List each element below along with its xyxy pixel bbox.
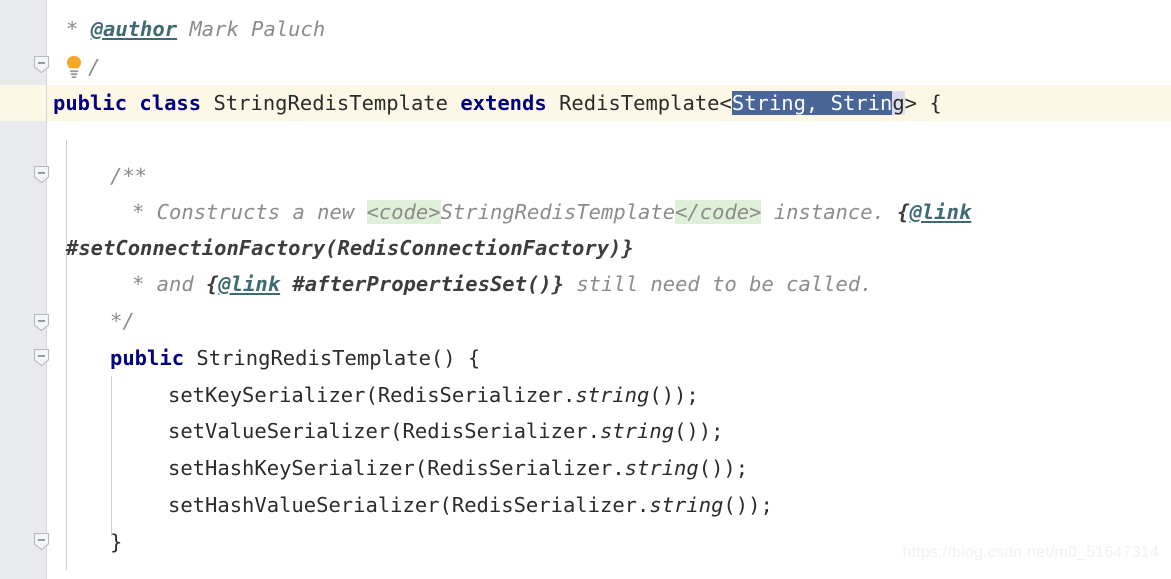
code-line-set-hash-value-serializer[interactable]: setHashValueSerializer(RedisSerializer.s… (168, 487, 773, 524)
javadoc-close: */ (110, 309, 135, 333)
code-line-author[interactable]: * @author Mark Paluch (66, 11, 325, 48)
javadoc-link-target[interactable]: #afterPropertiesSet()} (280, 272, 564, 296)
javadoc-class-reference: StringRedisTemplate (440, 200, 676, 224)
code-line-constructor-signature[interactable]: public StringRedisTemplate() { (110, 340, 480, 377)
call-set-value-serializer: setValueSerializer (168, 419, 391, 443)
keyword-public: public (53, 91, 128, 115)
code-line-set-value-serializer[interactable]: setValueSerializer(RedisSerializer.strin… (168, 413, 723, 450)
superclass-name: RedisTemplate (559, 91, 720, 115)
javadoc-link-tag[interactable]: @link (218, 272, 280, 296)
method-string: string (624, 456, 699, 480)
code-line-javadoc-close[interactable]: */ (110, 303, 135, 340)
call-set-key-serializer: setKeySerializer (168, 383, 366, 407)
javadoc-text-instance: instance. (761, 200, 898, 224)
keyword-extends: extends (460, 91, 547, 115)
class-redis-serializer: RedisSerializer (377, 383, 563, 407)
javadoc-author-name: Mark Paluch (189, 17, 326, 41)
keyword-class: class (139, 91, 202, 115)
caret-sliver[interactable]: g (892, 91, 905, 115)
code-line-constructor-close[interactable]: } (110, 524, 122, 561)
javadoc-star: * (132, 272, 145, 296)
code-line-javadoc-wrapped-ref[interactable]: #setConnectionFactory(RedisConnectionFac… (66, 230, 634, 267)
javadoc-link-brace: { (897, 200, 910, 224)
code-editor[interactable]: * @author Mark Paluch / public class Str… (0, 0, 1171, 579)
keyword-public: public (110, 346, 185, 370)
constructor-name: StringRedisTemplate() { (196, 346, 481, 370)
generic-open-angle: < (719, 91, 732, 115)
code-text-layer[interactable]: * @author Mark Paluch / public class Str… (0, 0, 1171, 579)
code-line-javadoc-close-class[interactable]: / (88, 49, 100, 86)
javadoc-text-and: and (144, 272, 207, 296)
code-line-class-declaration[interactable]: public class StringRedisTemplate extends… (53, 85, 942, 122)
code-line-javadoc-constructs[interactable]: * Constructs a new <code>StringRedisTemp… (132, 194, 971, 231)
code-line-javadoc-and[interactable]: * and {@link #afterPropertiesSet()} stil… (132, 266, 873, 303)
javadoc-text-constructs: Constructs a new (144, 200, 367, 224)
method-string: string (600, 419, 675, 443)
code-line-set-key-serializer[interactable]: setKeySerializer(RedisSerializer.string(… (168, 377, 699, 414)
lightbulb-icon[interactable] (62, 54, 86, 92)
generic-close-and-brace: > { (904, 91, 942, 115)
html-code-open-tag: <code> (366, 200, 441, 224)
class-redis-serializer: RedisSerializer (451, 493, 638, 517)
class-name: StringRedisTemplate (213, 91, 448, 115)
javadoc-text-tail: still need to be called. (564, 272, 873, 296)
code-line-javadoc-open[interactable]: /** (110, 158, 147, 195)
call-set-hash-key-serializer: setHashKeySerializer (168, 456, 415, 480)
call-set-hash-value-serializer: setHashValueSerializer (168, 493, 440, 517)
javadoc-link-brace: { (206, 272, 219, 296)
javadoc-star: * (66, 17, 79, 41)
selected-text[interactable]: String, Strin (731, 91, 893, 115)
javadoc-link-tag[interactable]: @link (910, 200, 972, 224)
code-line-set-hash-key-serializer[interactable]: setHashKeySerializer(RedisSerializer.str… (168, 450, 748, 487)
javadoc-close-slash: / (88, 55, 101, 79)
method-string: string (649, 493, 724, 517)
class-redis-serializer: RedisSerializer (427, 456, 613, 480)
html-code-close-tag: </code> (675, 200, 762, 224)
javadoc-author-tag[interactable]: @author (91, 17, 177, 41)
watermark: https://blog.csdn.net/m0_51647314 (902, 543, 1159, 561)
javadoc-star: * (132, 200, 145, 224)
class-redis-serializer: RedisSerializer (402, 419, 588, 443)
javadoc-open: /** (110, 164, 148, 188)
closing-brace: } (110, 530, 123, 554)
method-string: string (575, 383, 650, 407)
javadoc-link-target[interactable]: #setConnectionFactory(RedisConnectionFac… (66, 236, 634, 260)
